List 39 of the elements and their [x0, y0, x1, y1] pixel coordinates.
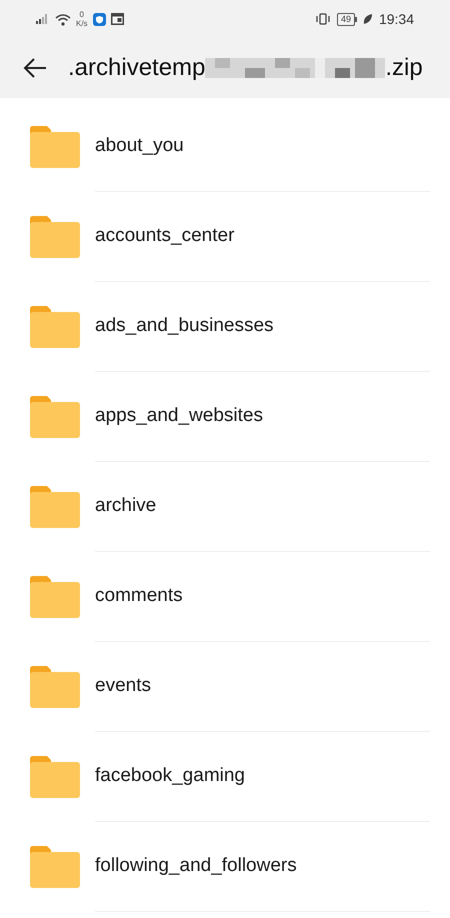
folder-icon — [30, 756, 80, 798]
folder-item[interactable]: about_you — [0, 102, 450, 192]
folder-item[interactable]: ads_and_businesses — [0, 282, 450, 372]
folder-item[interactable]: events — [0, 642, 450, 732]
network-speed-value: 0 — [80, 10, 84, 19]
window-icon — [110, 13, 124, 25]
folder-name: facebook_gaming — [95, 764, 245, 788]
folder-item[interactable]: following_and_followers — [0, 822, 450, 912]
signal-icon — [36, 14, 50, 24]
battery-indicator: 49 — [336, 12, 357, 26]
folder-name: about_you — [95, 134, 184, 158]
wifi-icon — [55, 12, 71, 26]
folder-name: comments — [95, 584, 183, 608]
folder-icon — [30, 486, 80, 528]
header-title-start: .archivetemp — [68, 53, 206, 83]
folder-name: apps_and_websites — [95, 404, 263, 428]
leaf-icon — [362, 13, 373, 25]
header-title-end: .zip — [385, 53, 423, 83]
folder-icon — [30, 126, 80, 168]
folder-icon — [30, 306, 80, 348]
folder-icon — [30, 216, 80, 258]
folder-name: archive — [95, 494, 156, 518]
folder-icon — [30, 666, 80, 708]
folder-item[interactable]: apps_and_websites — [0, 372, 450, 462]
folder-name: events — [95, 674, 151, 698]
folder-item[interactable]: archive — [0, 462, 450, 552]
folder-item[interactable]: accounts_center — [0, 192, 450, 282]
vibrate-icon — [314, 13, 331, 25]
clock-time: 19:34 — [378, 10, 414, 28]
folder-name: ads_and_businesses — [95, 314, 274, 338]
folder-name: following_and_followers — [95, 854, 297, 878]
folder-icon — [30, 396, 80, 438]
folder-name: accounts_center — [95, 224, 234, 248]
folder-item[interactable]: comments — [0, 552, 450, 642]
folder-icon — [30, 576, 80, 618]
folder-item[interactable]: facebook_gaming — [0, 732, 450, 822]
shield-icon — [92, 12, 106, 26]
network-speed-unit: K/s — [76, 19, 88, 28]
folder-icon — [30, 846, 80, 888]
